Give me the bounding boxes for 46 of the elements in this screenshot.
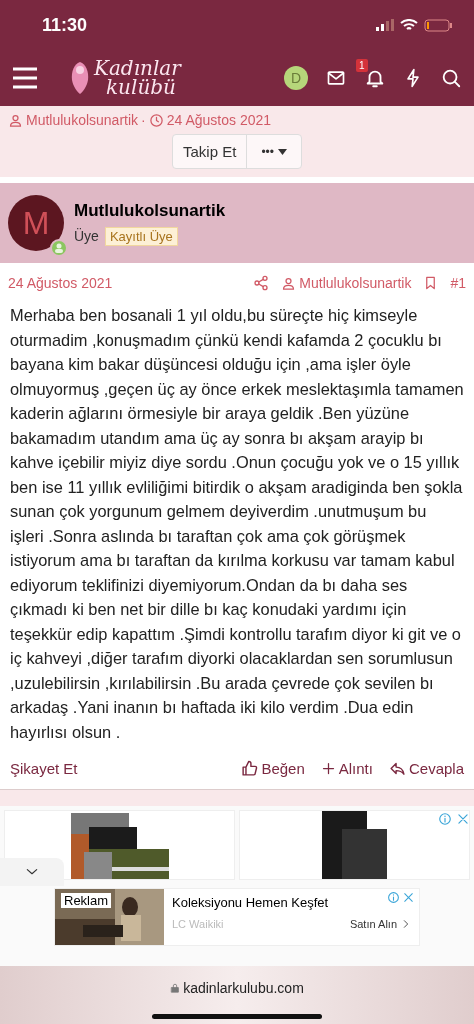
logo-text: Kadınlar bbox=[94, 59, 181, 78]
thumbs-up-icon bbox=[241, 760, 259, 777]
mail-icon bbox=[325, 68, 347, 88]
caret-icon bbox=[278, 148, 287, 155]
username[interactable]: Mutlulukolsunartik bbox=[74, 200, 226, 221]
close-icon bbox=[402, 891, 415, 904]
thread-date: 24 Ağustos 2021 bbox=[166, 112, 272, 128]
info-icon bbox=[438, 812, 452, 826]
quote-button[interactable]: Alıntı bbox=[320, 760, 373, 777]
address-bar-url[interactable]: kadinlarkulubu.com bbox=[183, 980, 304, 996]
buy-link[interactable]: Satın Alın bbox=[349, 918, 397, 930]
meta-separator: · bbox=[141, 112, 146, 128]
user-icon bbox=[8, 112, 23, 128]
battery-icon bbox=[424, 18, 452, 32]
user-role: Üye bbox=[74, 228, 99, 244]
share-icon bbox=[253, 275, 270, 291]
more-button[interactable]: ••• bbox=[246, 135, 301, 168]
info-icon bbox=[387, 891, 400, 904]
post-number[interactable]: #1 bbox=[450, 275, 466, 291]
chevron-right-icon bbox=[401, 918, 411, 930]
follow-button[interactable]: Takip Et bbox=[173, 135, 247, 168]
lock-icon bbox=[170, 982, 181, 994]
signal-icon bbox=[376, 19, 394, 31]
search-icon bbox=[440, 67, 462, 89]
post-body: Merhaba ben bosanali 1 yıl oldu,bu süreçte hiç kimseyle oturmadim ,konuşmadım çünkü kendi kafamda 2 çocuklu bı bayana kim bakar düşüncesi olduğu için ,ama işler öyle olmuyormuş ,geçen üç ay önce erkek meslektaşımla tamamen kaderin ağlarını örmesiyle bir araya geldik .Ben yüzüne bakamadım utandım ama üç ay sonra bı akşam arayip bı kahve içebilir miyiz diye sordu .Onun çocuğu yok ve o 15 yıllık ben ise 11 yıllık evliliğimi bitirdik o akşam aradiginda ben şokla sunan çok yorgunum gelmem deyiverdim .unutmuşum bu işleri .Sonra aslında bı taraftan çok ama çok görüşmek istiyorum ama bı taraftan da kırılma korkusu var tamam kabul ediyorum teklifinizi diyemiyorum.Ondan da bı daha ses çıkmadı ki ben net bir dille bı kaç konudaki yardımı için teşekkür edip kapattım .Şimdi kontrollu tarafım diyor ki git ve o iç kahveyi ,diğer tarafım diyorki olacaklardan sen sorumlusun ,uzulebilirsin ,kırılabilirsin .Bu arada çevrede çok sevilen bı arkadaş .Yani inanın bı haftada iki kilo verdim .Dua edin hayırlısı olsun . bbox=[9, 305, 465, 743]
ad-headline: Koleksiyonu Hemen Keşfet bbox=[172, 895, 329, 910]
notification-badge: 1 bbox=[356, 59, 368, 72]
report-link[interactable]: Şikayet Et bbox=[10, 760, 78, 777]
wifi-icon bbox=[400, 18, 418, 32]
like-button[interactable]: Beğen bbox=[241, 760, 305, 777]
user-badge: Kayıtlı Üye bbox=[104, 226, 178, 246]
plus-icon bbox=[320, 761, 336, 776]
clock-time: 11:30 bbox=[42, 14, 88, 36]
close-icon bbox=[456, 812, 470, 826]
post-author-link[interactable]: Mutlulukolsunartik bbox=[299, 275, 412, 291]
post-date[interactable]: 24 Ağustos 2021 bbox=[8, 275, 113, 291]
ad-label: Reklam bbox=[61, 893, 112, 908]
reply-button[interactable]: Cevapla bbox=[388, 760, 464, 777]
user-icon bbox=[281, 275, 297, 291]
online-status-icon bbox=[50, 239, 68, 257]
clock-icon bbox=[148, 112, 164, 128]
reply-icon bbox=[388, 760, 406, 777]
ad-banner[interactable]: Reklam Koleksiyonu Hemen Keşfet LC Waikiki Satın Alın bbox=[54, 888, 420, 946]
menu-icon[interactable] bbox=[12, 67, 38, 89]
logo-text: kulübü bbox=[105, 78, 177, 97]
ad-advertiser: LC Waikiki bbox=[172, 918, 224, 930]
